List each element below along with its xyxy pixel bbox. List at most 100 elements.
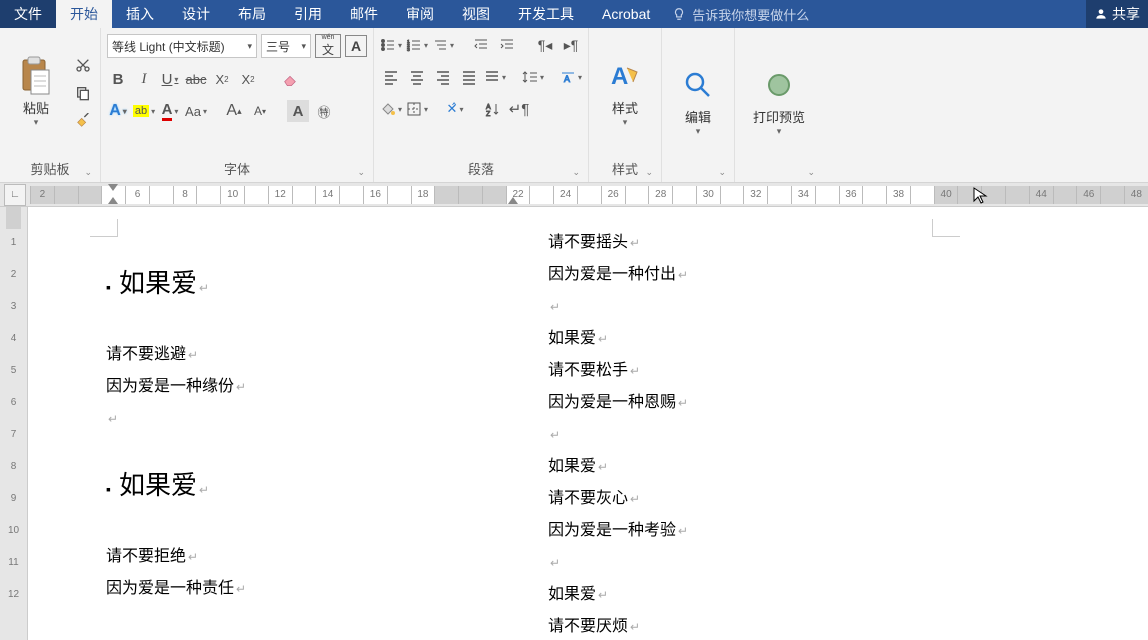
paragraph-text[interactable]: 请不要逃避↵ — [106, 339, 486, 371]
rtl-button[interactable]: ▸¶ — [560, 34, 582, 56]
paragraph-text[interactable]: 因为爱是一种责任↵ — [106, 573, 486, 605]
hanging-indent-marker[interactable] — [108, 197, 118, 204]
line-spacing-button[interactable]: ▾ — [522, 66, 544, 88]
sort-icon: AZ — [485, 101, 501, 117]
ruler-tick: 26 — [601, 186, 625, 204]
tab-devtools[interactable]: 开发工具 — [504, 0, 588, 28]
sort-button[interactable]: AZ — [482, 98, 504, 120]
highlight-button[interactable]: ab▾ — [133, 100, 155, 122]
text-effects-button[interactable]: A▾ — [107, 100, 129, 122]
group-clipboard: 粘贴 ▾ 剪贴板 — [0, 28, 101, 182]
ruler-tick — [54, 186, 78, 204]
heading[interactable]: 如果爱↵ — [106, 459, 486, 511]
heading[interactable]: 如果爱↵ — [106, 257, 486, 309]
paragraph-text[interactable]: 如果爱↵ — [548, 451, 928, 483]
paragraph-text[interactable]: ↵ — [548, 291, 928, 323]
print-preview-button[interactable]: 打印预览 ▾ — [741, 32, 817, 172]
ltr-button[interactable]: ¶◂ — [534, 34, 556, 56]
font-name-combo[interactable]: 等线 Light (中文标题)▾ — [107, 34, 257, 58]
grid-icon: A — [560, 69, 576, 85]
multilevel-list-button[interactable]: ▾ — [432, 34, 454, 56]
tab-design[interactable]: 设计 — [168, 0, 224, 28]
phonetic-guide-button[interactable]: wén文 — [315, 34, 341, 58]
borders-button[interactable]: ▾ — [406, 98, 428, 120]
increase-indent-button[interactable] — [496, 34, 518, 56]
vertical-ruler[interactable]: 123456789101112 — [0, 207, 28, 640]
paragraph-text[interactable]: 如果爱↵ — [548, 579, 928, 611]
superscript-button[interactable]: X2 — [237, 68, 259, 90]
first-line-indent-marker[interactable] — [108, 184, 118, 191]
person-icon — [1094, 7, 1108, 21]
paragraph-text[interactable]: 如果爱↵ — [548, 323, 928, 355]
shrink-font-button[interactable]: A▾ — [249, 100, 271, 122]
numbering-button[interactable]: 123▾ — [406, 34, 428, 56]
cut-button[interactable] — [72, 54, 94, 76]
tab-selector[interactable]: ∟ — [4, 184, 26, 206]
tab-acrobat[interactable]: Acrobat — [588, 0, 664, 28]
paragraph-text[interactable]: 请不要灰心↵ — [548, 483, 928, 515]
tab-layout[interactable]: 布局 — [224, 0, 280, 28]
tab-references[interactable]: 引用 — [280, 0, 336, 28]
share-button[interactable]: 共享 — [1086, 0, 1148, 28]
char-scaling-button[interactable]: ✕̂▾ — [444, 98, 466, 120]
distributed-button[interactable]: ▾ — [484, 66, 506, 88]
preview-group-label — [741, 172, 817, 180]
align-left-button[interactable] — [380, 66, 402, 88]
font-size-combo[interactable]: 三号▾ — [261, 34, 311, 58]
align-center-button[interactable] — [406, 66, 428, 88]
vruler-tick: 8 — [0, 461, 27, 472]
paragraph-text[interactable]: 请不要拒绝↵ — [106, 541, 486, 573]
paragraph-text[interactable]: ↵ — [106, 403, 486, 435]
horizontal-ruler[interactable]: ∟ 26810121416182224262830323436384044464… — [0, 183, 1148, 207]
paragraph-text[interactable]: 请不要摇头↵ — [548, 227, 928, 259]
char-shading-button[interactable]: A — [287, 100, 309, 122]
bullets-button[interactable]: ▾ — [380, 34, 402, 56]
ruler-tick — [1053, 186, 1077, 204]
clear-formatting-button[interactable] — [279, 68, 301, 90]
copy-button[interactable] — [72, 82, 94, 104]
ruler-tick: 38 — [886, 186, 910, 204]
format-painter-button[interactable] — [72, 110, 94, 132]
bold-button[interactable]: B — [107, 68, 129, 90]
shading-button[interactable]: ▾ — [380, 98, 402, 120]
tab-review[interactable]: 审阅 — [392, 0, 448, 28]
decrease-indent-button[interactable] — [470, 34, 492, 56]
char-border-button[interactable]: A — [345, 35, 367, 57]
align-right-icon — [435, 69, 451, 85]
tell-me-input[interactable]: 告诉我你想要做什么 — [664, 0, 1086, 28]
find-icon — [680, 67, 716, 103]
italic-button[interactable]: I — [133, 68, 155, 90]
snap-to-grid-button[interactable]: A▾ — [560, 66, 582, 88]
change-case-button[interactable]: Aa▾ — [185, 100, 207, 122]
show-marks-button[interactable]: ↵¶ — [508, 98, 530, 120]
paragraph-text[interactable]: 因为爱是一种付出↵ — [548, 259, 928, 291]
strikethrough-button[interactable]: abc — [185, 68, 207, 90]
paragraph-text[interactable]: 请不要松手↵ — [548, 355, 928, 387]
enclose-char-button[interactable]: ㊕ — [313, 100, 335, 122]
brush-icon — [75, 113, 91, 129]
document-page[interactable]: 如果爱↵ 请不要逃避↵ 因为爱是一种缘份↵ ↵ 如果爱↵ 请不要拒绝↵ 因为爱是… — [28, 207, 1148, 640]
paragraph-text[interactable]: ↵ — [548, 419, 928, 451]
paragraph-text[interactable]: 请不要厌烦↵ — [548, 611, 928, 640]
subscript-button[interactable]: X2 — [211, 68, 233, 90]
underline-button[interactable]: U▾ — [159, 68, 181, 90]
font-color-button[interactable]: A▾ — [159, 100, 181, 122]
paragraph-text[interactable]: 因为爱是一种考验↵ — [548, 515, 928, 547]
tab-file[interactable]: 文件 — [0, 0, 56, 28]
styles-button[interactable]: A 样式 ▾ — [595, 32, 655, 153]
tab-mail[interactable]: 邮件 — [336, 0, 392, 28]
paragraph-text[interactable]: 因为爱是一种恩赐↵ — [548, 387, 928, 419]
tab-home[interactable]: 开始 — [56, 0, 112, 28]
paragraph-text[interactable]: ↵ — [548, 547, 928, 579]
grow-font-button[interactable]: A▴ — [223, 100, 245, 122]
paragraph-text[interactable]: 因为爱是一种缘份↵ — [106, 371, 486, 403]
vruler-tick: 11 — [0, 557, 27, 568]
tab-insert[interactable]: 插入 — [112, 0, 168, 28]
align-right-button[interactable] — [432, 66, 454, 88]
right-indent-marker[interactable] — [508, 197, 518, 204]
editing-button[interactable]: 编辑 ▾ — [668, 32, 728, 172]
paste-button[interactable]: 粘贴 ▾ — [6, 32, 66, 153]
align-center-icon — [409, 69, 425, 85]
justify-button[interactable] — [458, 66, 480, 88]
tab-view[interactable]: 视图 — [448, 0, 504, 28]
